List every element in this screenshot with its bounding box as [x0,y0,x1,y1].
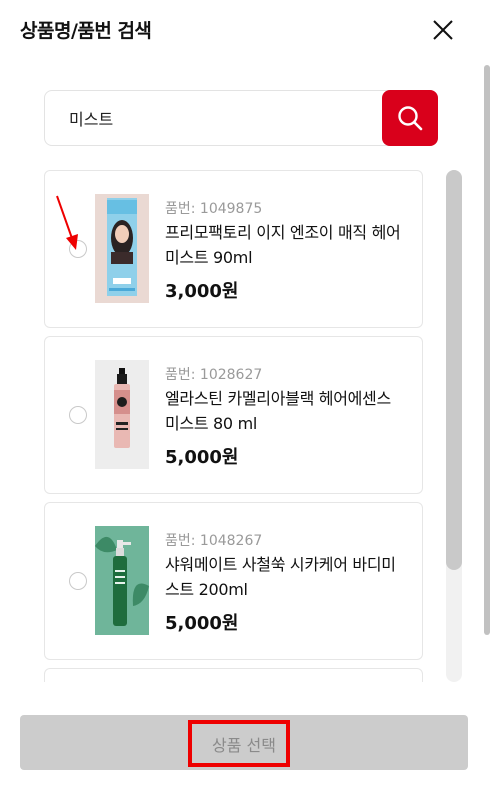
product-name: 엘라스틴 카멜리아블랙 헤어에센스미스트 80 ml [165,389,391,433]
product-code: 품번: 1048267 [165,533,263,549]
modal-title: 상품명/품번 검색 [20,20,152,42]
search-input[interactable] [45,91,381,145]
product-image [95,194,149,303]
list-scrollbar-thumb[interactable] [446,170,462,570]
product-card[interactable]: 품번: 1049875 프리모팩토리 이지 엔조이 매직 헤어미스트 90ml … [44,170,423,328]
product-code: 품번: 1049875 [165,201,263,217]
product-price: 3,000원 [165,281,239,302]
search-icon [398,106,423,131]
annotation-highlight-box [188,720,290,767]
product-card[interactable] [44,668,423,682]
product-radio[interactable] [69,572,87,590]
product-search-modal: 상품명/품번 검색 미스트 품번: 1049875 프리모팩토리 이지 엔조이 … [0,0,491,788]
product-name: 프리모팩토리 이지 엔조이 매직 헤어미스트 90ml [165,223,401,267]
product-image [95,526,149,635]
annotation-arrow-icon [56,195,78,250]
search-button[interactable] [382,90,438,146]
product-name: 샤워메이트 사철쑥 시카케어 바디미스트 200ml [165,555,396,599]
product-card[interactable]: 품번: 1028627 엘라스틴 카멜리아블랙 헤어에센스미스트 80 ml 5… [44,336,423,494]
product-price: 5,000원 [165,613,239,634]
search-box [44,90,438,146]
product-card[interactable]: 품번: 1048267 샤워메이트 사철쑥 시카케어 바디미스트 200ml 5… [44,502,423,660]
close-button[interactable] [432,19,454,41]
product-image [95,360,149,469]
modal-header: 상품명/품번 검색 [0,0,491,60]
product-radio[interactable] [69,406,87,424]
product-code: 품번: 1028627 [165,367,263,383]
product-price: 5,000원 [165,447,239,468]
close-icon [433,20,453,40]
